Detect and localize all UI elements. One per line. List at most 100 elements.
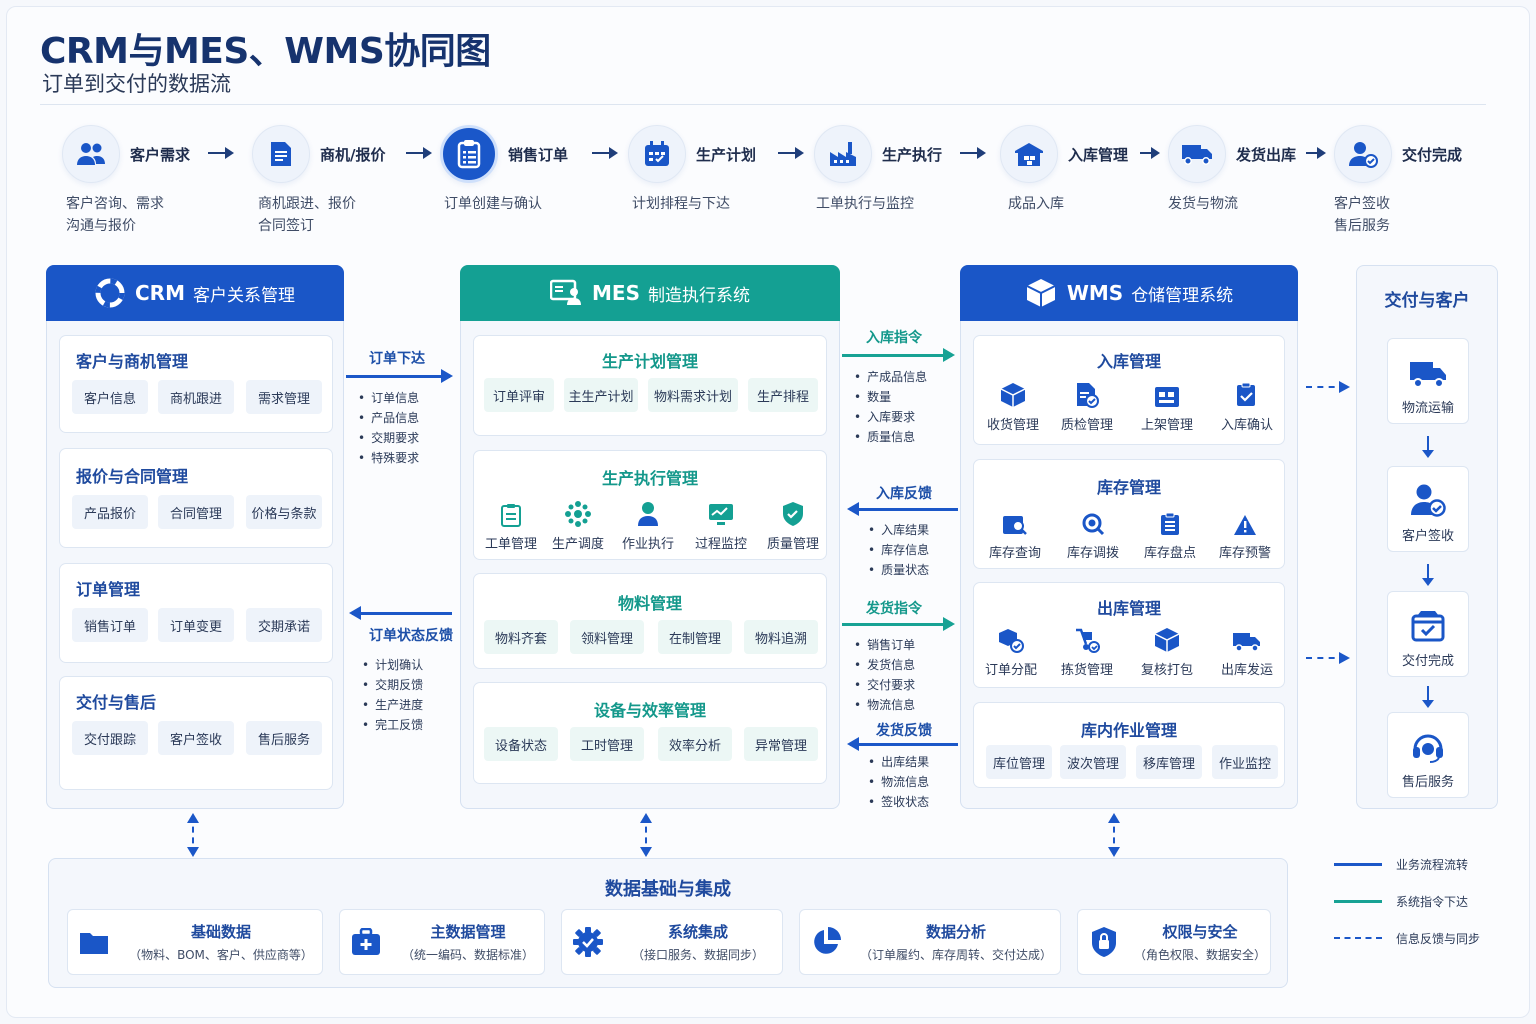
flow-label: 商机/报价 [320,145,386,164]
delivery-card-signoff[interactable]: 客户签收 [1387,466,1469,552]
card-title: 数据分析 [925,923,986,941]
delivery-card-aftersales[interactable]: 售后服务 [1387,712,1469,798]
base-card-security[interactable]: 权限与安全 （角色权限、数据安全） [1077,909,1271,975]
base-card-analytics[interactable]: 数据分析 （订单履约、库存周转、交付达成） [799,909,1061,975]
section-title: 生产执行管理 [601,469,698,488]
mes-subtitle: 制造执行系统 [647,285,750,306]
flow-arrow [406,147,432,159]
chip[interactable]: 物料需求计划 [648,378,738,412]
chip[interactable]: 售后服务 [246,721,322,755]
inventory-item-transfer[interactable]: 库存调拨 [1058,508,1128,561]
inbound-item-putaway[interactable]: 上架管理 [1132,380,1202,433]
item-label: 生产调度 [551,537,604,552]
chip[interactable]: 销售订单 [72,608,148,642]
delivery-card-logistics[interactable]: 物流运输 [1387,338,1469,424]
chip[interactable]: 商机跟进 [158,380,234,414]
base-card-basic-data[interactable]: 基础数据 （物料、BOM、客户、供应商等） [67,909,323,975]
item-label: 订单分配 [984,663,1037,678]
chip[interactable]: 价格与条款 [246,495,322,529]
arrow-crm-to-mes [346,369,453,383]
chip[interactable]: 主生产计划 [564,378,638,412]
exec-item-work-order[interactable]: 工单管理 [476,499,546,552]
flow-arrow [1140,147,1160,159]
exec-item-quality[interactable]: 质量管理 [758,499,828,552]
exec-item-operation[interactable]: 作业执行 [613,499,683,552]
delivery-card-complete[interactable]: 交付完成 [1387,591,1469,677]
flow-desc-line: 售后服务 [1334,218,1390,234]
chip[interactable]: 合同管理 [158,495,234,529]
inventory-item-query[interactable]: 库存查询 [980,508,1050,561]
section-title: 客户与商机管理 [76,352,189,371]
mes-panel-header: MES 制造执行系统 [460,265,840,321]
outbound-item-packing[interactable]: 复核打包 [1132,625,1202,678]
flow-step-inbound: 入库管理 [1000,124,1128,184]
chip[interactable]: 在制管理 [658,620,732,654]
inbound-item-confirm[interactable]: 入库确认 [1212,380,1282,433]
chip[interactable]: 物料齐套 [484,620,558,654]
outbound-item-dispatch[interactable]: 出库发运 [1212,625,1282,678]
truck-icon [1168,125,1226,183]
bullet-item: 出库结果 [868,752,929,772]
chip[interactable]: 库位管理 [986,745,1052,779]
lifebuoy-icon [95,278,125,308]
chip[interactable]: 领料管理 [570,620,644,654]
inbound-item-receiving[interactable]: 收货管理 [978,380,1048,433]
inventory-item-stocktake[interactable]: 库存盘点 [1135,508,1205,561]
chip[interactable]: 作业监控 [1212,745,1278,779]
flow-desc: 客户签收 售后服务 [1334,193,1390,237]
chip[interactable]: 客户信息 [72,380,148,414]
legend-label: 系统指令下达 [1396,894,1469,909]
chip[interactable]: 需求管理 [246,380,322,414]
bullet-item: 质量状态 [868,560,929,580]
bullet-item: 生产进度 [362,695,423,715]
chip[interactable]: 移库管理 [1136,745,1202,779]
chip[interactable]: 工时管理 [570,727,644,761]
wms-section-ops: 库内作业管理 库位管理 波次管理 移库管理 作业监控 [973,702,1285,788]
chip[interactable]: 交期承诺 [246,608,322,642]
sync-arrow-crm-base [187,813,199,857]
monitor-user-icon [550,279,582,305]
base-card-master-data[interactable]: 主数据管理 （统一编码、数据标准） [339,909,545,975]
chip[interactable]: 交付跟踪 [72,721,148,755]
outbound-item-picking[interactable]: 拣货管理 [1052,625,1122,678]
chip[interactable]: 生产排程 [748,378,818,412]
outbound-item-allocate[interactable]: 订单分配 [976,625,1046,678]
bullet-list-inbound-feedback: 入库结果 库存信息 质量状态 [868,520,929,580]
legend-feedback-sync: 信息反馈与同步 [1334,928,1524,948]
base-card-integration[interactable]: 系统集成 （接口服务、数据同步） [561,909,783,975]
chip[interactable]: 效率分析 [658,727,732,761]
exec-item-dispatch[interactable]: 生产调度 [543,499,613,552]
item-label: 复核打包 [1140,663,1193,678]
inbound-item-qc[interactable]: 质检管理 [1052,380,1122,433]
wms-panel: WMS 仓储管理系统 入库管理 收货管理 质检管理 上架管理 入库确认 库存管理… [960,265,1298,809]
flow-desc: 工单执行与监控 [816,193,914,215]
flow-desc-line: 订单创建与确认 [444,196,542,212]
flow-step-production-plan: 生产计划 [628,124,756,184]
bullet-item: 入库要求 [854,407,927,427]
mes-section-plan: 生产计划管理 订单评审 主生产计划 物料需求计划 生产排程 [473,335,827,436]
exec-item-monitoring[interactable]: 过程监控 [686,499,756,552]
chip[interactable]: 订单评审 [484,378,554,412]
section-title: 库内作业管理 [1080,721,1177,740]
section-title: 报价与合同管理 [76,467,189,486]
monitor-chart-icon [709,504,733,525]
chip[interactable]: 异常管理 [744,727,818,761]
bullet-item: 数量 [854,387,927,407]
section-title: 库存管理 [1096,478,1161,497]
chip[interactable]: 设备状态 [484,727,558,761]
chip[interactable]: 订单变更 [158,608,234,642]
chip[interactable]: 物料追溯 [744,620,818,654]
item-label: 质检管理 [1060,418,1113,433]
sync-arrow-mes-base [640,813,652,857]
inventory-item-warning[interactable]: 库存预警 [1210,508,1280,561]
chip[interactable]: 产品报价 [72,495,148,529]
chip[interactable]: 客户签收 [158,721,234,755]
page-title: CRM与MES、WMS协同图 [40,31,491,72]
card-desc: （角色权限、数据安全） [1133,948,1266,962]
bullet-item: 销售订单 [854,635,915,655]
flow-step-delivered: 交付完成 [1334,124,1462,184]
flow-desc-line: 合同签订 [258,218,314,234]
chip[interactable]: 波次管理 [1060,745,1126,779]
flow-arrow [960,147,986,159]
flow-desc-line: 成品入库 [1008,196,1064,212]
